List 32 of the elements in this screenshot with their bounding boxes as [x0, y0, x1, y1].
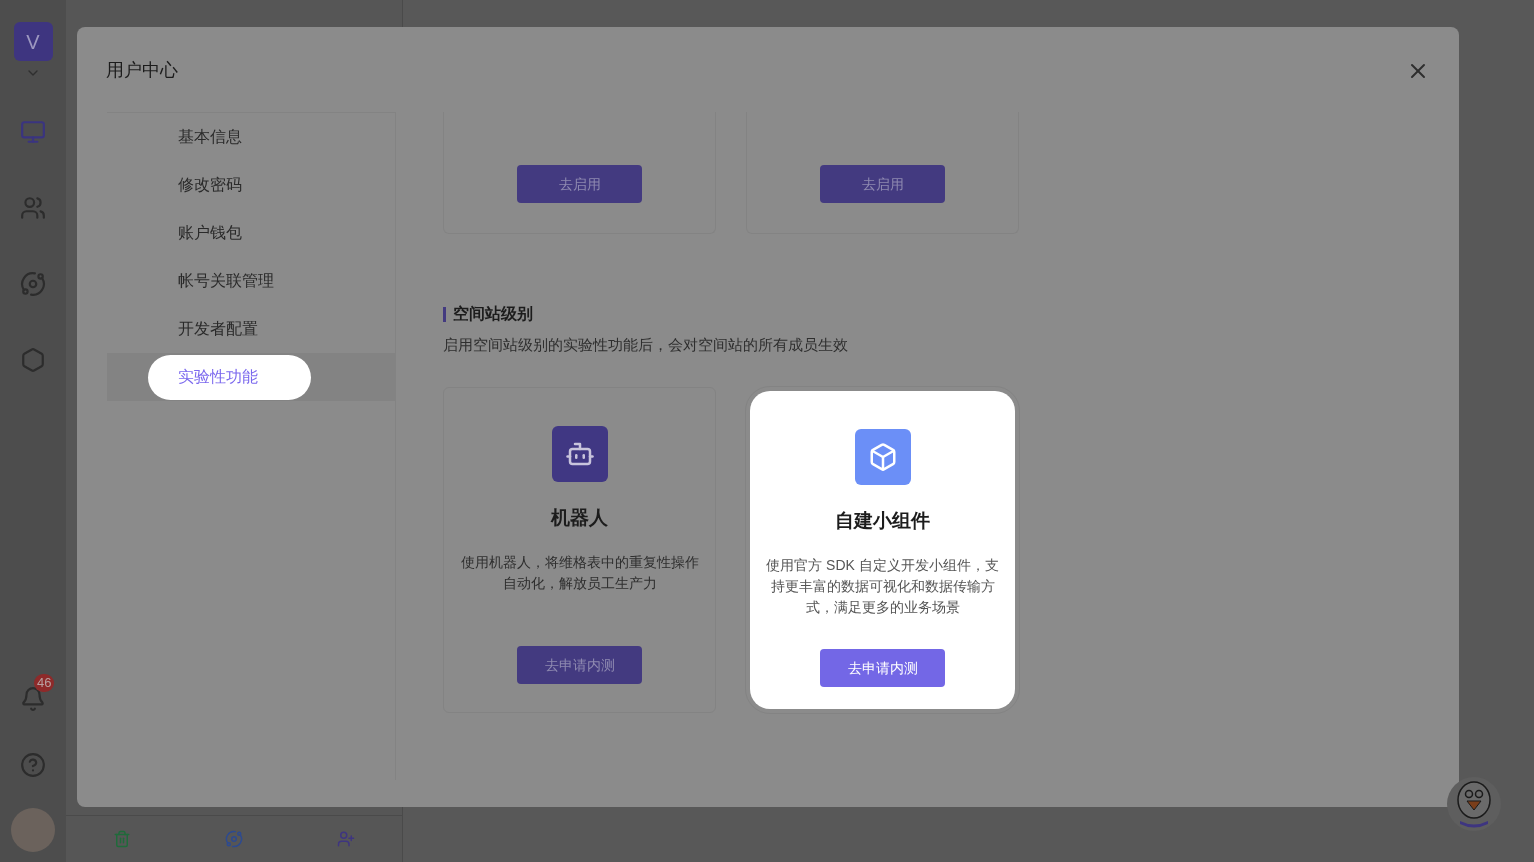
- nav-item[interactable]: 帐号关联管理: [178, 269, 274, 293]
- apply-beta-button[interactable]: 去申请内测: [820, 649, 945, 687]
- planet-icon[interactable]: [225, 830, 243, 848]
- nav-item[interactable]: 修改密码: [178, 173, 242, 197]
- monitor-icon[interactable]: [20, 119, 46, 145]
- bell-icon[interactable]: [20, 686, 46, 712]
- section-description: 启用空间站级别的实验性功能后，会对空间站的所有成员生效: [443, 335, 849, 355]
- card-description: 使用机器人，将维格表中的重复性操作自动化，解放员工生产力: [460, 553, 699, 593]
- planet-icon[interactable]: [20, 271, 46, 297]
- nav-item[interactable]: 实验性功能: [148, 354, 311, 400]
- notification-badge: 46: [34, 674, 55, 692]
- apply-beta-button[interactable]: 去申请内测: [517, 646, 642, 684]
- enable-button[interactable]: 去启用: [517, 165, 642, 203]
- nav-item[interactable]: 开发者配置: [178, 317, 258, 341]
- cube-icon: [854, 428, 911, 485]
- card-title: 自建小组件: [835, 508, 930, 533]
- card-title: 机器人: [551, 505, 608, 530]
- dialog-title: 用户中心: [106, 59, 178, 82]
- users-icon[interactable]: [20, 195, 46, 221]
- settings-icon[interactable]: [20, 347, 46, 373]
- space-avatar[interactable]: V: [13, 22, 53, 61]
- card-description: 使用官方 SDK 自定义开发小组件，支持更丰富的数据可视化和数据传输方式，满足更多的业务场景: [766, 556, 999, 617]
- user-avatar[interactable]: [11, 808, 55, 852]
- nav-item[interactable]: 账户钱包: [178, 221, 242, 245]
- trash-icon[interactable]: [113, 830, 131, 848]
- enable-button[interactable]: 去启用: [820, 165, 945, 203]
- add-user-icon[interactable]: [337, 830, 355, 848]
- nav-item[interactable]: 基本信息: [178, 125, 242, 149]
- section-title: 空间站级别: [453, 304, 533, 324]
- robot-icon: [551, 425, 608, 482]
- section-marker: [443, 306, 446, 322]
- help-icon[interactable]: [20, 752, 46, 778]
